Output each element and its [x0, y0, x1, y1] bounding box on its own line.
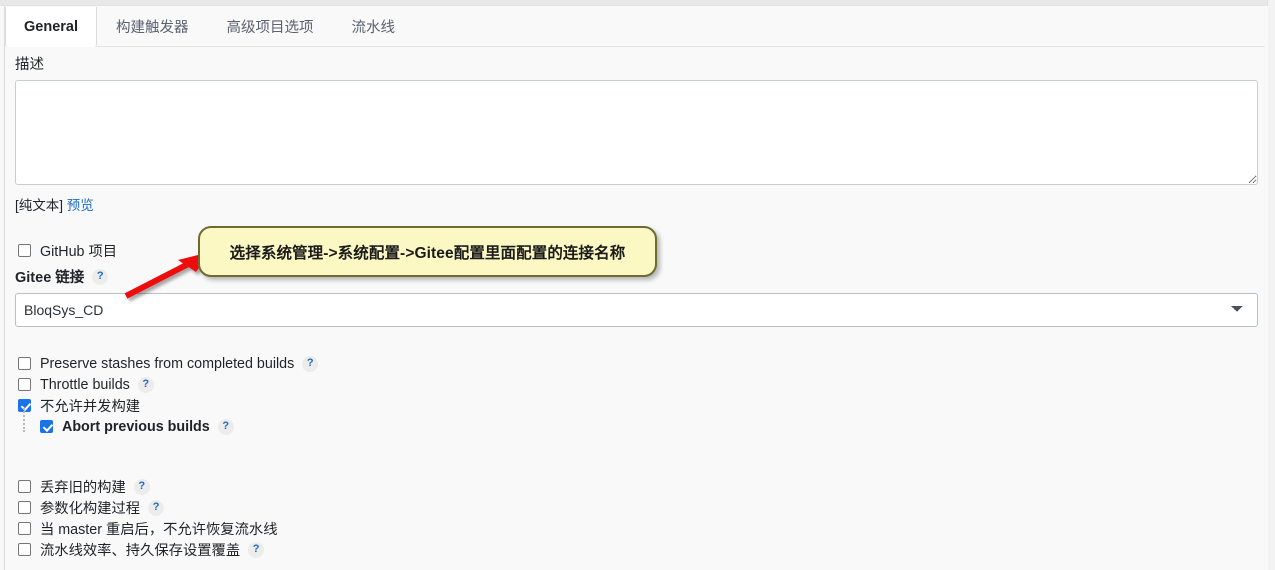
pipeline-durability-override-label: 流水线效率、持久保存设置覆盖 [40, 543, 241, 559]
github-project-row[interactable]: GitHub 项目 [18, 240, 1267, 261]
no-resume-after-restart-row[interactable]: 当 master 重启后，不允许恢复流水线 [18, 518, 1267, 539]
tab-general-label: General [24, 18, 78, 35]
parameterized-build-label: 参数化构建过程 [40, 501, 141, 517]
throttle-builds-row[interactable]: Throttle builds ? [18, 374, 1267, 395]
gitee-link-label: Gitee 链接 [15, 270, 85, 286]
nesting-guide-line [23, 408, 26, 432]
tab-general[interactable]: General [5, 7, 97, 47]
tab-build-triggers-label: 构建触发器 [116, 20, 189, 36]
parameterized-build-checkbox[interactable] [18, 501, 31, 514]
pipeline-durability-override-checkbox[interactable] [18, 543, 31, 556]
no-resume-after-restart-label: 当 master 重启后，不允许恢复流水线 [40, 522, 278, 538]
github-project-label: GitHub 项目 [40, 244, 118, 260]
preserve-stashes-label: Preserve stashes from completed builds [40, 355, 295, 372]
description-textarea[interactable] [15, 80, 1258, 185]
throttle-builds-checkbox[interactable] [18, 378, 31, 391]
tab-build-triggers[interactable]: 构建触发器 [97, 7, 208, 46]
abort-previous-builds-label: Abort previous builds [62, 418, 210, 435]
preserve-stashes-row[interactable]: Preserve stashes from completed builds ? [18, 353, 1267, 374]
github-project-checkbox[interactable] [18, 244, 31, 257]
pipeline-durability-override-row[interactable]: 流水线效率、持久保存设置覆盖 ? [18, 539, 1267, 560]
description-format-row: [纯文本] 预览 [15, 194, 1267, 214]
gitee-help-icon[interactable]: ? [92, 268, 109, 285]
tab-advanced-project-options[interactable]: 高级项目选项 [208, 7, 333, 46]
discard-old-builds-help-icon[interactable]: ? [133, 478, 150, 495]
gitee-link-select[interactable]: BloqSys_CD [15, 293, 1258, 327]
parameterized-build-row[interactable]: 参数化构建过程 ? [18, 497, 1267, 518]
tab-advanced-project-options-label: 高级项目选项 [226, 20, 314, 36]
disable-concurrent-builds-row[interactable]: 不允许并发构建 [18, 395, 1267, 416]
page-frame: General 构建触发器 高级项目选项 流水线 描述 [纯文本] 预览 Git… [0, 0, 1275, 570]
throttle-builds-help-icon[interactable]: ? [137, 376, 154, 393]
abort-previous-builds-checkbox[interactable] [40, 420, 53, 433]
tab-bar: General 构建触发器 高级项目选项 流水线 [5, 7, 1265, 47]
preview-link[interactable]: 预览 [67, 198, 94, 213]
description-label: 描述 [15, 57, 44, 73]
disable-concurrent-builds-label: 不允许并发构建 [40, 399, 141, 415]
discard-old-builds-checkbox[interactable] [18, 480, 31, 493]
throttle-builds-label: Throttle builds [40, 376, 130, 393]
abort-previous-builds-help-icon[interactable]: ? [217, 418, 234, 435]
plain-text-note: [纯文本] [15, 198, 64, 213]
discard-old-builds-label: 丢弃旧的构建 [40, 480, 126, 496]
preserve-stashes-help-icon[interactable]: ? [302, 355, 319, 372]
tab-pipeline[interactable]: 流水线 [333, 7, 415, 46]
no-resume-after-restart-checkbox[interactable] [18, 522, 31, 535]
gitee-link-label-row: Gitee 链接 ? [15, 266, 1267, 287]
parameterized-build-help-icon[interactable]: ? [148, 499, 165, 516]
tab-pipeline-label: 流水线 [351, 20, 396, 36]
right-scroll-rail[interactable] [1267, 0, 1275, 570]
discard-old-builds-row[interactable]: 丢弃旧的构建 ? [18, 476, 1267, 497]
pipeline-durability-override-help-icon[interactable]: ? [248, 541, 265, 558]
preserve-stashes-checkbox[interactable] [18, 357, 31, 370]
general-form: 描述 [纯文本] 预览 GitHub 项目 Gitee 链接 ? BloqSys… [5, 48, 1267, 560]
abort-previous-builds-row[interactable]: Abort previous builds ? [23, 408, 1267, 437]
